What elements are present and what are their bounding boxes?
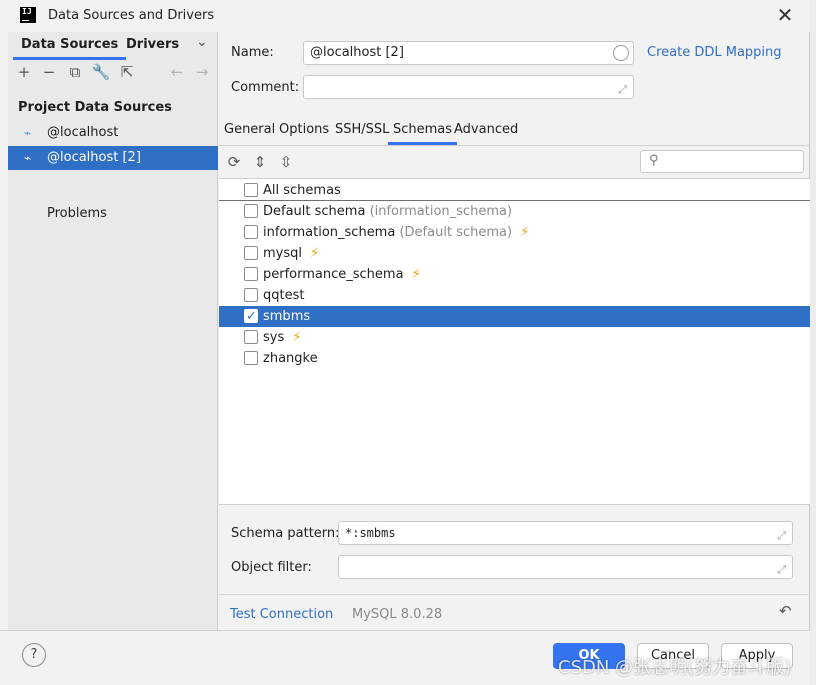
name-label: Name: — [231, 45, 274, 60]
checkbox[interactable] — [244, 267, 258, 281]
checkbox[interactable] — [244, 183, 258, 197]
schema-name: smbms — [263, 309, 311, 324]
datasource-item-selected[interactable]: ⌁ @localhost [2] — [8, 146, 218, 170]
lightning-icon: ⚡ — [292, 330, 302, 345]
add-icon[interactable]: + — [14, 62, 34, 82]
schema-name: performance_schema — [263, 267, 404, 282]
lightning-icon: ⚡ — [520, 225, 530, 240]
list-item-selected[interactable]: smbms — [219, 306, 810, 327]
wrench-icon[interactable]: 🔧 — [91, 62, 111, 82]
object-filter-label: Object filter: — [231, 560, 312, 575]
list-item[interactable]: mysql ⚡ — [219, 243, 810, 264]
tab-advanced[interactable]: Advanced — [454, 122, 518, 137]
list-item[interactable]: information_schema (Default schema) ⚡ — [219, 222, 810, 243]
checkbox[interactable] — [244, 330, 258, 344]
mysql-dolphin-icon: ⌁ — [24, 151, 32, 165]
schema-name: All schemas — [263, 183, 341, 198]
right-panel: Name: @localhost [2] Create DDL Mapping … — [219, 32, 810, 630]
schema-pattern-value: *:smbms — [345, 526, 396, 540]
search-icon: ⚲ — [649, 153, 659, 168]
list-item[interactable]: sys ⚡ — [219, 327, 810, 348]
left-panel: Data Sources Drivers ⌄ + − ⧉ 🔧 ⇱ ← → Pro… — [8, 32, 218, 630]
schema-pattern-field[interactable]: *:smbms ⤢ — [338, 521, 793, 545]
checkbox[interactable] — [244, 246, 258, 260]
list-item-all-schemas[interactable]: All schemas — [219, 180, 810, 201]
list-item[interactable]: performance_schema ⚡ — [219, 264, 810, 285]
schemas-toolbar: ⟳ ⇕ ⇳ ⚲ — [219, 148, 810, 178]
list-item[interactable]: Default schema (information_schema) — [219, 201, 810, 222]
background-ide-strip-right — [810, 0, 816, 685]
checkbox-checked[interactable] — [244, 306, 258, 327]
schema-name: sys — [263, 330, 285, 345]
left-tabs: Data Sources Drivers ⌄ — [8, 32, 218, 60]
datasource-item[interactable]: ⌁ @localhost — [8, 121, 218, 145]
schema-name: information_schema — [263, 225, 396, 240]
data-sources-dialog: IJ Data Sources and Drivers ✕ Data Sourc… — [0, 0, 810, 685]
driver-version: MySQL 8.0.28 — [352, 607, 443, 622]
duplicate-icon[interactable]: ⧉ — [65, 62, 85, 82]
comment-field[interactable]: ⤢ — [303, 75, 634, 99]
problems-item[interactable]: Problems — [47, 206, 107, 221]
lightning-icon: ⚡ — [411, 267, 421, 282]
watermark: CSDN @张志明(努力奋斗版) — [558, 657, 792, 678]
schema-pattern-label: Schema pattern: — [231, 526, 340, 541]
left-toolbar: + − ⧉ 🔧 ⇱ ← → — [8, 62, 218, 86]
expand-all-icon[interactable]: ⇕ — [250, 152, 270, 172]
section-title: Project Data Sources — [18, 100, 172, 115]
datasource-label: @localhost — [47, 125, 119, 140]
revert-icon[interactable]: ↶ — [779, 602, 792, 620]
export-icon[interactable]: ⇱ — [117, 62, 137, 82]
divider — [219, 594, 810, 595]
schema-name: qqtest — [263, 288, 305, 303]
name-value: @localhost [2] — [310, 45, 404, 60]
test-connection-link[interactable]: Test Connection — [230, 607, 333, 622]
schema-name: Default schema — [263, 204, 366, 219]
tab-ssh-ssl[interactable]: SSH/SSL — [335, 122, 389, 137]
back-arrow-icon[interactable]: ← — [167, 62, 187, 82]
refresh-icon[interactable]: ⟳ — [224, 152, 244, 172]
datasource-label: @localhost [2] — [47, 150, 141, 165]
tab-general[interactable]: General — [224, 122, 275, 137]
expand-icon[interactable]: ⤢ — [777, 559, 786, 581]
tab-schemas[interactable]: Schemas — [387, 122, 458, 145]
lightning-icon: ⚡ — [310, 246, 320, 261]
checkbox[interactable] — [244, 351, 258, 365]
settings-tabs: General Options SSH/SSL Schemas Advanced — [219, 118, 810, 146]
tab-drivers[interactable]: Drivers — [126, 37, 179, 52]
comment-label: Comment: — [231, 80, 300, 95]
help-button[interactable]: ? — [22, 643, 46, 667]
create-ddl-mapping-link[interactable]: Create DDL Mapping — [647, 45, 782, 60]
close-icon[interactable]: ✕ — [775, 3, 795, 27]
dialog-title: Data Sources and Drivers — [48, 8, 215, 23]
object-filter-field[interactable]: ⤢ — [338, 555, 793, 579]
checkbox[interactable] — [244, 225, 258, 239]
forward-arrow-icon[interactable]: → — [192, 62, 212, 82]
mysql-dolphin-icon: ⌁ — [24, 126, 32, 140]
collapse-all-icon[interactable]: ⇳ — [276, 152, 296, 172]
schema-name: mysql — [263, 246, 302, 261]
schema-search-input[interactable]: ⚲ — [640, 150, 804, 173]
name-field[interactable]: @localhost [2] — [303, 41, 634, 65]
expand-icon[interactable]: ⤢ — [777, 525, 786, 547]
schema-note: (Default schema) — [399, 225, 513, 240]
remove-icon[interactable]: − — [39, 62, 59, 82]
intellij-logo-icon: IJ — [20, 7, 36, 23]
schema-list: All schemas Default schema (information_… — [219, 178, 810, 505]
tab-options[interactable]: Options — [279, 122, 329, 137]
checkbox[interactable] — [244, 288, 258, 302]
chevron-down-icon[interactable]: ⌄ — [196, 34, 208, 50]
list-item[interactable]: zhangke — [219, 348, 810, 369]
schema-name: zhangke — [263, 351, 318, 366]
list-item[interactable]: qqtest — [219, 285, 810, 306]
title-bar: IJ Data Sources and Drivers ✕ — [0, 0, 810, 32]
color-circle-icon[interactable] — [613, 45, 629, 61]
expand-icon[interactable]: ⤢ — [618, 79, 627, 101]
tab-data-sources[interactable]: Data Sources — [12, 37, 127, 60]
schema-filter-section: Schema pattern: *:smbms ⤢ Object filter:… — [219, 506, 810, 630]
schema-note: (information_schema) — [369, 204, 513, 219]
checkbox[interactable] — [244, 204, 258, 218]
